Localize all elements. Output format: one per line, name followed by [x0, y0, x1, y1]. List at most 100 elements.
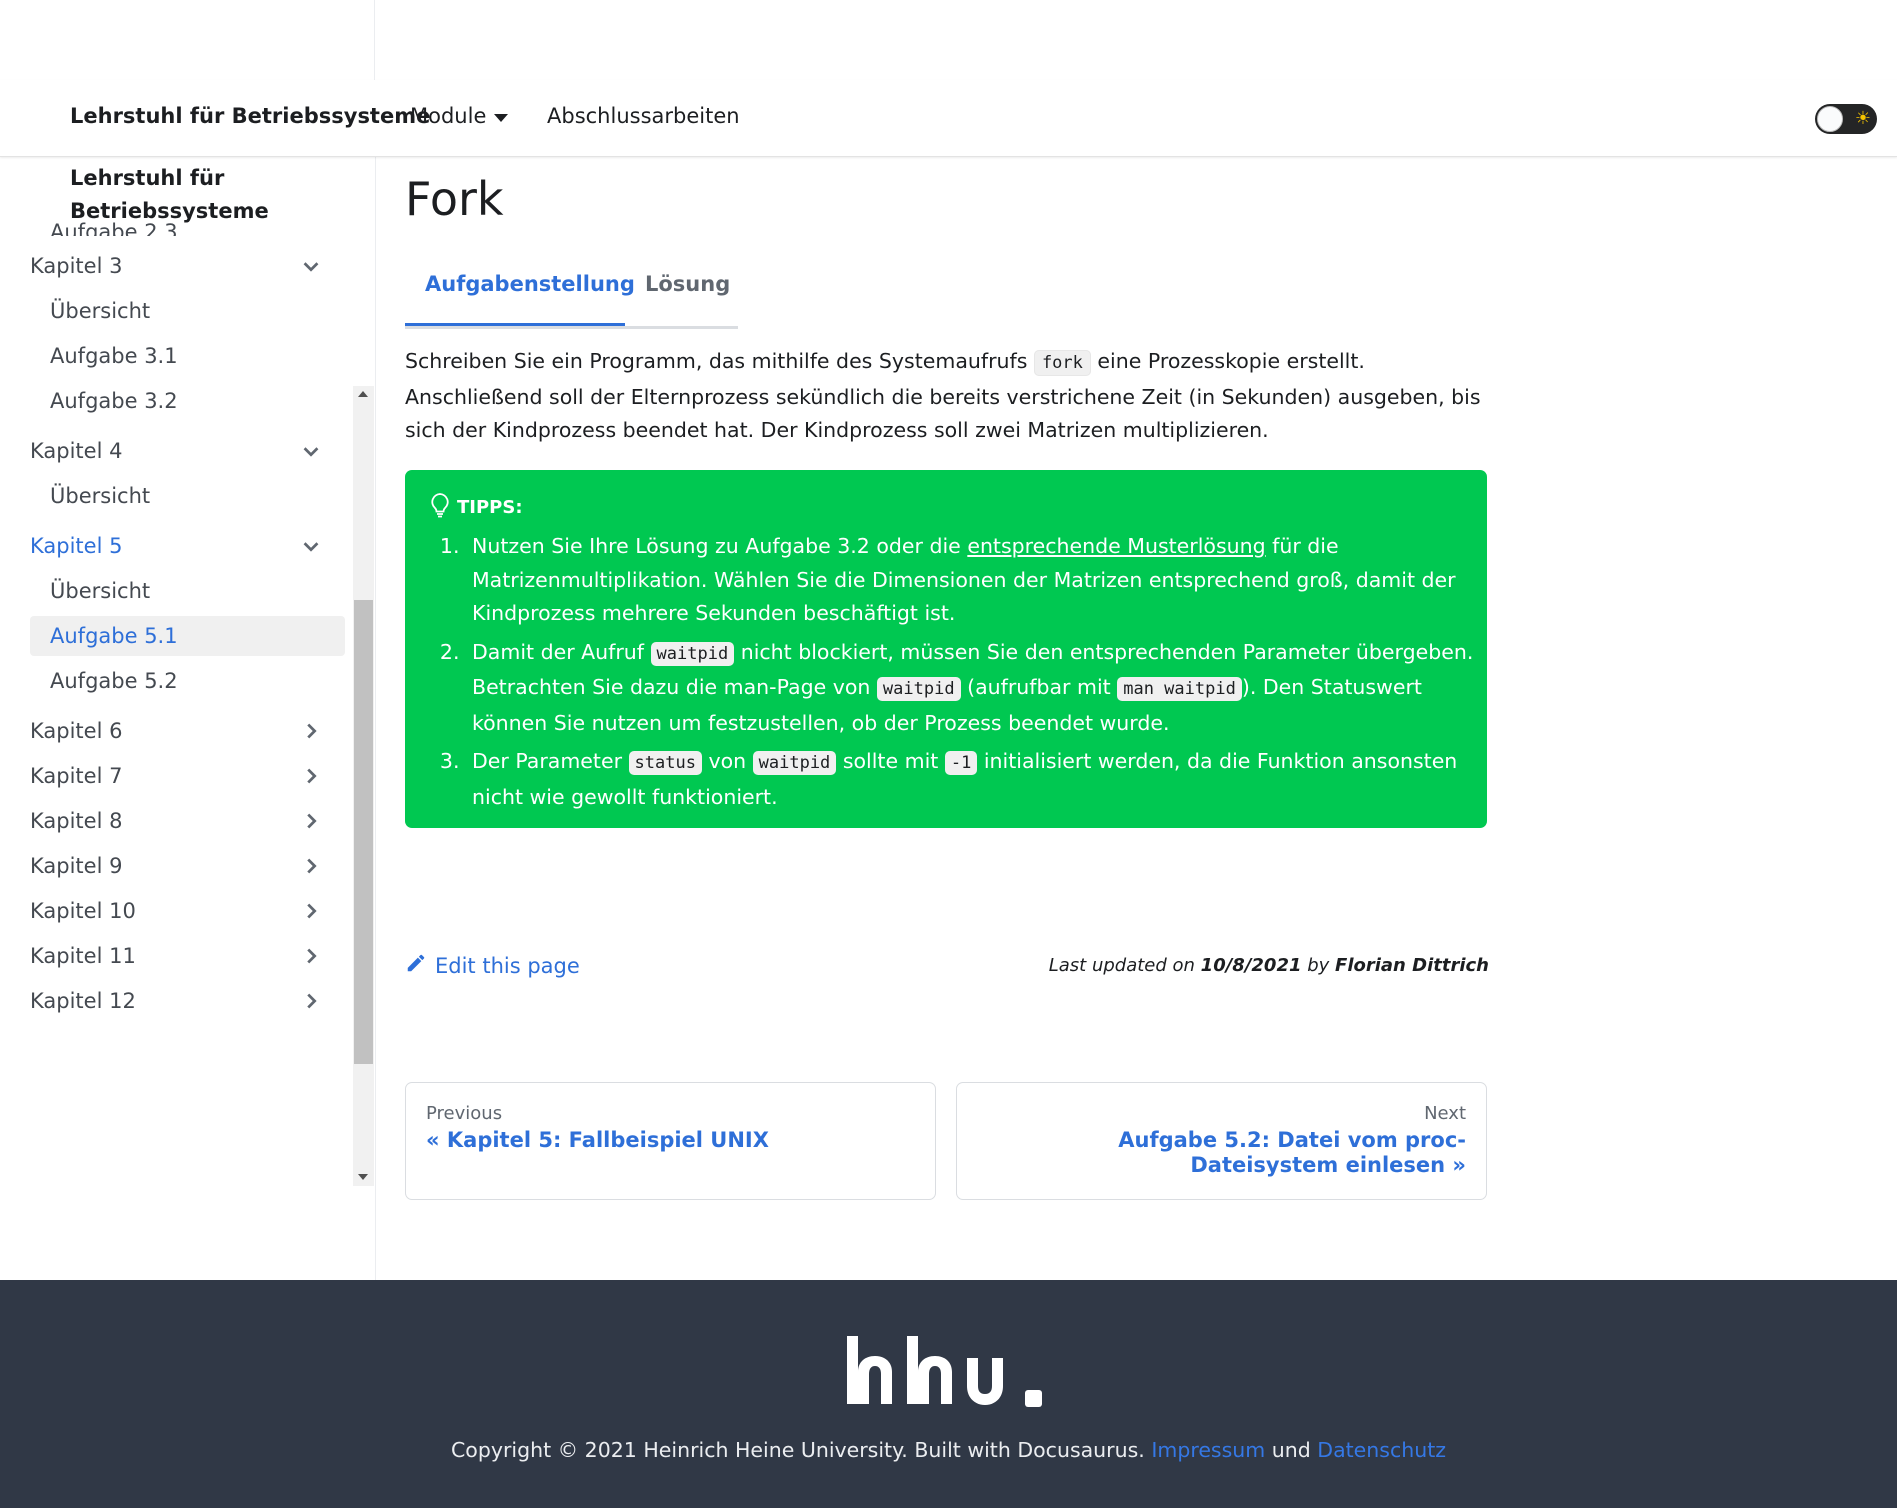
scroll-up-arrow-icon[interactable]	[358, 391, 368, 397]
sidebar: Lehrstuhl für Betriebssysteme Aufgabe 2.…	[0, 156, 376, 1280]
text: von	[701, 749, 753, 773]
sidebar-item-uebersicht-4[interactable]: Übersicht	[30, 476, 345, 516]
sidebar-brand-line1: Lehrstuhl für	[70, 166, 225, 190]
text: Copyright © 2021 Heinrich Heine Universi…	[450, 1438, 1152, 1462]
inline-code: waitpid	[752, 751, 837, 775]
sidebar-item-kapitel-6[interactable]: Kapitel 6	[30, 711, 345, 751]
pagination-prev[interactable]: Previous « Kapitel 5: Fallbeispiel UNIX	[405, 1082, 936, 1200]
sidebar-item-uebersicht-3[interactable]: Übersicht	[30, 291, 345, 331]
text: Nutzen Sie Ihre Lösung zu Aufgabe 3.2 od…	[472, 534, 968, 558]
chevron-right-icon[interactable]	[300, 765, 322, 787]
datenschutz-link[interactable]: Datenschutz	[1317, 1438, 1446, 1462]
navbar: Lehrstuhl für Betriebssysteme Module Abs…	[0, 80, 1897, 157]
sidebar-item-aufgabe-5-2[interactable]: Aufgabe 5.2	[30, 661, 345, 701]
sidebar-item-label: Kapitel 6	[30, 719, 123, 743]
sidebar-item-kapitel-9[interactable]: Kapitel 9	[30, 846, 345, 886]
chevron-right-icon[interactable]	[300, 855, 322, 877]
sidebar-item-aufgabe-3-2[interactable]: Aufgabe 3.2	[30, 381, 345, 421]
sidebar-item-label: Kapitel 11	[30, 944, 136, 968]
edit-page-label: Edit this page	[435, 953, 580, 978]
list-item: Damit der Aufruf waitpid nicht blockiert…	[466, 636, 1496, 741]
tab-loesung[interactable]: Lösung	[645, 272, 730, 296]
chevron-right-icon[interactable]	[300, 990, 322, 1012]
musterloesung-link[interactable]: entsprechende Musterlösung	[967, 534, 1265, 558]
sidebar-item-label: Kapitel 12	[30, 989, 136, 1013]
dark-mode-toggle[interactable]: ☀	[1815, 104, 1877, 134]
sidebar-item-aufgabe-3-1[interactable]: Aufgabe 3.1	[30, 336, 345, 376]
scroll-down-arrow-icon[interactable]	[358, 1174, 368, 1180]
sidebar-item-label: Übersicht	[50, 579, 151, 603]
lightbulb-icon	[429, 492, 451, 523]
sidebar-item-kapitel-10[interactable]: Kapitel 10	[30, 891, 345, 931]
sidebar-item-label: Kapitel 4	[30, 439, 123, 463]
text: Damit der Aufruf	[472, 639, 651, 664]
pagination-next[interactable]: Next Aufgabe 5.2: Datei vom proc-Dateisy…	[956, 1082, 1487, 1200]
sidebar-item-label: Aufgabe 2.3	[50, 220, 178, 236]
caret-down-icon	[494, 113, 509, 122]
chevron-down-icon[interactable]	[300, 440, 322, 462]
sidebar-item-kapitel-12[interactable]: Kapitel 12	[30, 981, 345, 1021]
text: Last updated on	[1048, 955, 1201, 976]
tips-heading-label: TIPPS:	[457, 497, 523, 518]
sidebar-item-label: Kapitel 3	[30, 254, 123, 278]
inline-code: waitpid	[876, 677, 961, 701]
updated-date: 10/8/2021	[1200, 955, 1302, 976]
tips-heading: TIPPS:	[429, 492, 523, 523]
last-updated: Last updated on 10/8/2021 by Florian Dit…	[1000, 955, 1489, 976]
inline-code: -1	[944, 751, 978, 775]
sidebar-item-label: Kapitel 9	[30, 854, 123, 878]
sun-icon: ☀	[1854, 108, 1871, 129]
modules-label: Module	[410, 104, 487, 128]
inline-code: waitpid	[650, 641, 735, 666]
nav-link-abschlussarbeiten[interactable]: Abschlussarbeiten	[547, 104, 740, 128]
chevron-right-icon[interactable]	[300, 720, 322, 742]
text: by	[1301, 955, 1336, 976]
pagination-prev-sublabel: Previous	[426, 1103, 503, 1124]
footer: Copyright © 2021 Heinrich Heine Universi…	[0, 1280, 1897, 1508]
divider	[374, 0, 375, 80]
task-description: Schreiben Sie ein Programm, das mithilfe…	[405, 345, 1487, 448]
sidebar-item-label: Kapitel 8	[30, 809, 123, 833]
text: Der Parameter	[472, 749, 629, 773]
sidebar-item-label: Kapitel 5	[30, 534, 123, 558]
scrollbar-thumb[interactable]	[354, 600, 373, 1064]
edit-page-link[interactable]: Edit this page	[405, 952, 580, 979]
sidebar-item-kapitel-4[interactable]: Kapitel 4	[30, 431, 345, 471]
updated-author: Florian Dittrich	[1335, 955, 1489, 976]
navbar-brand[interactable]: Lehrstuhl für Betriebssysteme	[70, 104, 430, 128]
sidebar-item-label: Übersicht	[50, 484, 151, 508]
sidebar-item-uebersicht-5[interactable]: Übersicht	[30, 571, 345, 611]
sidebar-item-kapitel-11[interactable]: Kapitel 11	[30, 936, 345, 976]
modules-dropdown[interactable]: Module	[410, 104, 509, 128]
chevron-right-icon[interactable]	[300, 900, 322, 922]
sidebar-item-aufgabe-5-1[interactable]: Aufgabe 5.1	[30, 616, 345, 656]
text: sollte mit	[836, 749, 945, 773]
sidebar-item-label: Übersicht	[50, 299, 151, 323]
chevron-down-icon[interactable]	[300, 255, 322, 277]
chevron-right-icon[interactable]	[300, 810, 322, 832]
pagination-prev-label: « Kapitel 5: Fallbeispiel UNIX	[426, 1128, 769, 1152]
tab-aufgabenstellung[interactable]: Aufgabenstellung	[425, 272, 635, 296]
inline-code: status	[628, 751, 702, 775]
sidebar-item-kapitel-5[interactable]: Kapitel 5	[30, 526, 345, 566]
pagination-next-label: Aufgabe 5.2: Datei vom proc-Dateisystem …	[1118, 1128, 1466, 1177]
sidebar-item-kapitel-3[interactable]: Kapitel 3	[30, 246, 345, 286]
sidebar-item-label: Kapitel 7	[30, 764, 123, 788]
chevron-down-icon[interactable]	[300, 535, 322, 557]
impressum-link[interactable]: Impressum	[1151, 1438, 1265, 1462]
toggle-knob	[1817, 106, 1843, 132]
sidebar-item-kapitel-7[interactable]: Kapitel 7	[30, 756, 345, 796]
sidebar-item-label: Aufgabe 5.2	[50, 669, 178, 693]
page-subtitle: Fork	[405, 172, 504, 226]
sidebar-item-aufgabe-2-3[interactable]: Aufgabe 2.3	[30, 212, 345, 236]
pencil-icon	[405, 952, 427, 979]
tab-bar: Aufgabenstellung Lösung	[405, 262, 738, 329]
chevron-right-icon[interactable]	[300, 945, 322, 967]
tips-list: Nutzen Sie Ihre Lösung zu Aufgabe 3.2 od…	[441, 530, 1496, 819]
inline-code: man waitpid	[1117, 677, 1242, 701]
tips-admonition: TIPPS: Nutzen Sie Ihre Lösung zu Aufgabe…	[405, 470, 1487, 828]
sidebar-scrollbar[interactable]	[353, 386, 374, 1186]
sidebar-item-kapitel-8[interactable]: Kapitel 8	[30, 801, 345, 841]
list-item: Der Parameter status von waitpid sollte …	[466, 745, 1496, 814]
text: (aufrufbar mit	[960, 675, 1118, 699]
